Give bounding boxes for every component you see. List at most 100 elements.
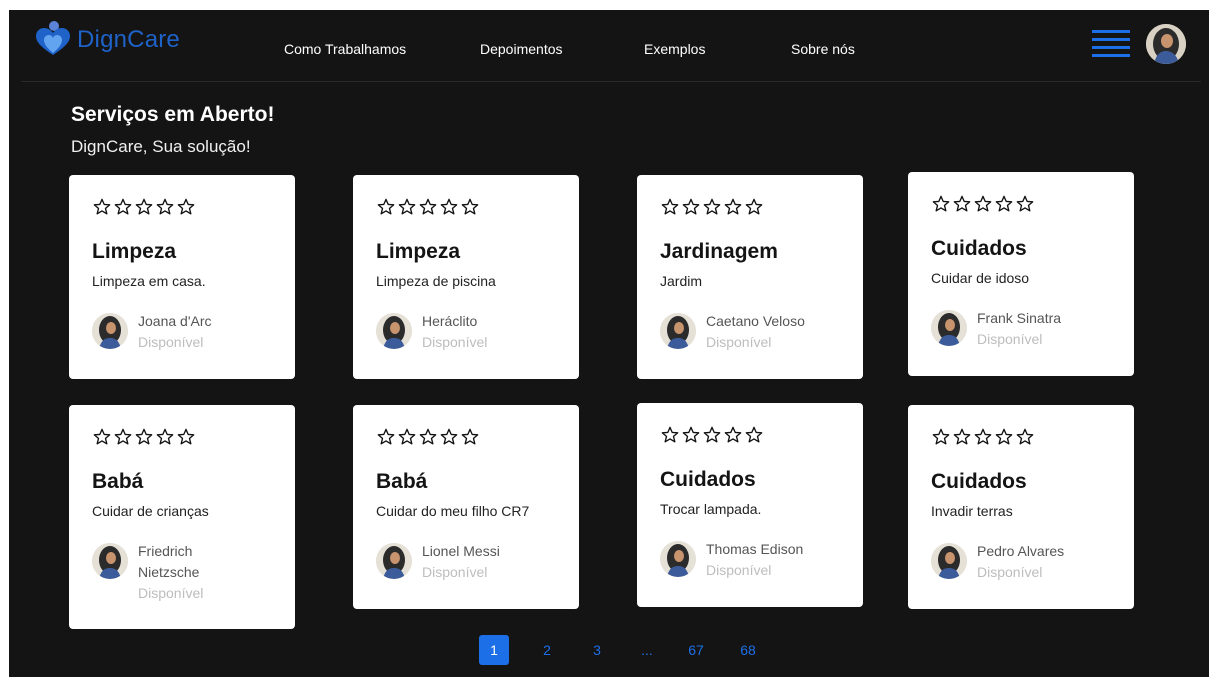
brand-logo[interactable]: DignCare xyxy=(33,20,180,60)
star-outline-icon xyxy=(377,428,395,445)
nav-link-depoimentos[interactable]: Depoimentos xyxy=(480,41,563,57)
provider-info[interactable]: Heráclito Disponível xyxy=(376,311,522,353)
star-outline-icon xyxy=(440,198,458,215)
provider-status: Disponível xyxy=(422,334,488,350)
nav-link-exemplos[interactable]: Exemplos xyxy=(644,41,705,57)
provider-info[interactable]: Friedrich Nietzsche Disponível xyxy=(92,541,238,604)
provider-name: Friedrich Nietzsche xyxy=(138,543,200,580)
rating-stars[interactable] xyxy=(376,427,480,447)
service-card[interactable]: Cuidados Invadir terras Pedro Alvares Dispo… xyxy=(908,405,1134,609)
user-avatar-icon xyxy=(92,543,128,579)
page-67-button[interactable]: 67 xyxy=(681,635,711,665)
user-avatar-icon xyxy=(660,541,696,577)
provider-text: Lionel Messi Disponível xyxy=(422,541,522,583)
user-avatar-icon xyxy=(660,313,696,349)
provider-name: Heráclito xyxy=(422,313,478,329)
app-window: DignCare Como Trabalhamos Depoimentos Ex… xyxy=(9,10,1209,677)
user-avatar-icon xyxy=(376,543,412,579)
provider-info[interactable]: Pedro Alvares Disponível xyxy=(931,541,1077,583)
service-description: Jardim xyxy=(660,273,703,289)
service-card[interactable]: Limpeza Limpeza em casa. Joana d'Arc Dispon… xyxy=(69,175,295,379)
provider-status: Disponível xyxy=(977,331,1043,347)
provider-info[interactable]: Thomas Edison Disponível xyxy=(660,539,806,581)
star-outline-icon xyxy=(419,198,437,215)
rating-stars[interactable] xyxy=(92,427,196,447)
rating-stars[interactable] xyxy=(376,197,480,217)
page-2-button[interactable]: 2 xyxy=(532,635,562,665)
nav-link-como-trabalhamos[interactable]: Como Trabalhamos xyxy=(284,41,406,57)
star-outline-icon xyxy=(974,428,992,445)
rating-stars[interactable] xyxy=(931,427,1035,447)
service-title: Jardinagem xyxy=(660,240,778,263)
star-outline-icon xyxy=(661,426,679,443)
provider-avatar xyxy=(92,543,128,579)
user-avatar[interactable] xyxy=(1146,24,1186,64)
provider-status: Disponível xyxy=(422,564,488,580)
star-outline-icon xyxy=(377,198,395,215)
provider-text: Joana d'Arc Disponível xyxy=(138,311,238,353)
page-68-button[interactable]: 68 xyxy=(733,635,763,665)
hamburger-menu-icon[interactable] xyxy=(1092,29,1130,59)
rating-stars[interactable] xyxy=(92,197,196,217)
provider-name: Pedro Alvares xyxy=(977,543,1065,559)
page-title: Serviços em Aberto! xyxy=(71,103,275,126)
provider-status: Disponível xyxy=(138,585,204,601)
star-outline-icon xyxy=(953,428,971,445)
page-1-button[interactable]: 1 xyxy=(479,635,509,665)
star-outline-icon xyxy=(156,198,174,215)
page-ellipsis: ... xyxy=(641,642,653,658)
rating-stars[interactable] xyxy=(931,194,1035,214)
provider-status: Disponível xyxy=(706,334,772,350)
service-description: Cuidar de crianças xyxy=(92,503,209,519)
service-description: Invadir terras xyxy=(931,503,1013,519)
provider-text: Frank Sinatra Disponível xyxy=(977,308,1077,350)
service-description: Trocar lampada. xyxy=(660,501,762,517)
service-card[interactable]: Babá Cuidar do meu filho CR7 Lionel Messi D… xyxy=(353,405,579,609)
service-card[interactable]: Jardinagem Jardim Caetano Veloso Disponível xyxy=(637,175,863,379)
service-title: Limpeza xyxy=(92,240,177,263)
service-description: Cuidar do meu filho CR7 xyxy=(376,503,530,519)
provider-avatar xyxy=(92,313,128,349)
pagination: 1 2 3 ... 67 68 xyxy=(479,635,763,665)
heart-person-logo-icon xyxy=(36,21,70,55)
provider-avatar xyxy=(660,541,696,577)
star-outline-icon xyxy=(953,195,971,212)
page-3-button[interactable]: 3 xyxy=(582,635,612,665)
service-title: Babá xyxy=(376,470,428,493)
rating-stars[interactable] xyxy=(660,197,764,217)
star-outline-icon xyxy=(461,428,479,445)
service-card[interactable]: Babá Cuidar de crianças Friedrich Nietzsch… xyxy=(69,405,295,629)
service-card[interactable]: Limpeza Limpeza de piscina Heráclito Dispon… xyxy=(353,175,579,379)
star-outline-icon xyxy=(995,195,1013,212)
star-outline-icon xyxy=(724,426,742,443)
nav-link-sobre-nos[interactable]: Sobre nós xyxy=(791,41,855,57)
provider-avatar xyxy=(931,310,967,346)
provider-avatar xyxy=(376,313,412,349)
star-outline-icon xyxy=(440,428,458,445)
star-outline-icon xyxy=(135,198,153,215)
star-outline-icon xyxy=(745,426,763,443)
provider-info[interactable]: Joana d'Arc Disponível xyxy=(92,311,238,353)
user-avatar-icon xyxy=(92,313,128,349)
provider-name: Thomas Edison xyxy=(706,541,804,557)
provider-name: Lionel Messi xyxy=(422,543,500,559)
service-description: Limpeza de piscina xyxy=(376,273,496,289)
service-card[interactable]: Cuidados Trocar lampada. Thomas Edison Disp… xyxy=(637,403,863,607)
service-title: Limpeza xyxy=(376,240,461,263)
provider-info[interactable]: Caetano Veloso Disponível xyxy=(660,311,806,353)
provider-info[interactable]: Frank Sinatra Disponível xyxy=(931,308,1077,350)
star-outline-icon xyxy=(995,428,1013,445)
provider-text: Friedrich Nietzsche Disponível xyxy=(138,541,238,604)
provider-text: Caetano Veloso Disponível xyxy=(706,311,806,353)
rating-stars[interactable] xyxy=(660,425,764,445)
service-title: Cuidados xyxy=(931,237,1027,260)
service-description: Limpeza em casa. xyxy=(92,273,206,289)
provider-status: Disponível xyxy=(706,562,772,578)
star-outline-icon xyxy=(974,195,992,212)
star-outline-icon xyxy=(932,428,950,445)
star-outline-icon xyxy=(461,198,479,215)
provider-info[interactable]: Lionel Messi Disponível xyxy=(376,541,522,583)
service-card[interactable]: Cuidados Cuidar de idoso Frank Sinatra Disp… xyxy=(908,172,1134,376)
service-title: Babá xyxy=(92,470,144,493)
star-outline-icon xyxy=(419,428,437,445)
